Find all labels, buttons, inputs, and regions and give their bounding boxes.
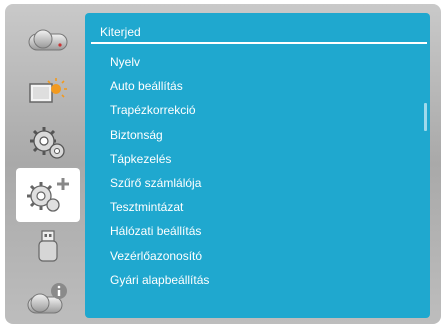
menu-item-control-id[interactable]: Vezérlőazonosító xyxy=(110,248,209,272)
sidebar xyxy=(12,10,82,316)
menu-item-language[interactable]: Nyelv xyxy=(110,54,209,78)
sidebar-item-image[interactable] xyxy=(16,64,80,118)
menu-item-network-settings[interactable]: Hálózati beállítás xyxy=(110,223,209,247)
menu-list: Nyelv Auto beállítás Trapézkorrekció Biz… xyxy=(110,54,209,296)
menu-item-security[interactable]: Biztonság xyxy=(110,127,209,151)
page-title: Kiterjed xyxy=(100,25,141,39)
menu-item-filter-counter[interactable]: Szűrő számlálója xyxy=(110,175,209,199)
gear-plus-icon xyxy=(27,178,69,212)
menu-item-keystone[interactable]: Trapézkorrekció xyxy=(110,102,209,126)
sidebar-item-info[interactable] xyxy=(16,272,80,326)
usb-icon xyxy=(38,230,58,262)
menu-item-factory-default[interactable]: Gyári alapbeállítás xyxy=(110,272,209,296)
sidebar-item-display[interactable] xyxy=(16,12,80,66)
scrollbar-thumb[interactable] xyxy=(424,103,427,131)
projector-icon xyxy=(28,29,68,51)
sidebar-item-setting[interactable] xyxy=(16,116,80,170)
menu-item-auto-setup[interactable]: Auto beállítás xyxy=(110,78,209,102)
gear-icon xyxy=(30,127,65,159)
display-brightness-icon xyxy=(29,78,67,103)
menu-item-power-management[interactable]: Tápkezelés xyxy=(110,151,209,175)
title-divider xyxy=(91,42,427,44)
menu-panel: Kiterjed Nyelv Auto beállítás Trapézkorr… xyxy=(85,13,430,318)
projector-info-icon xyxy=(27,283,67,314)
sidebar-item-usb[interactable] xyxy=(16,220,80,274)
sidebar-item-extended[interactable] xyxy=(16,168,80,222)
menu-item-test-pattern[interactable]: Tesztmintázat xyxy=(110,199,209,223)
